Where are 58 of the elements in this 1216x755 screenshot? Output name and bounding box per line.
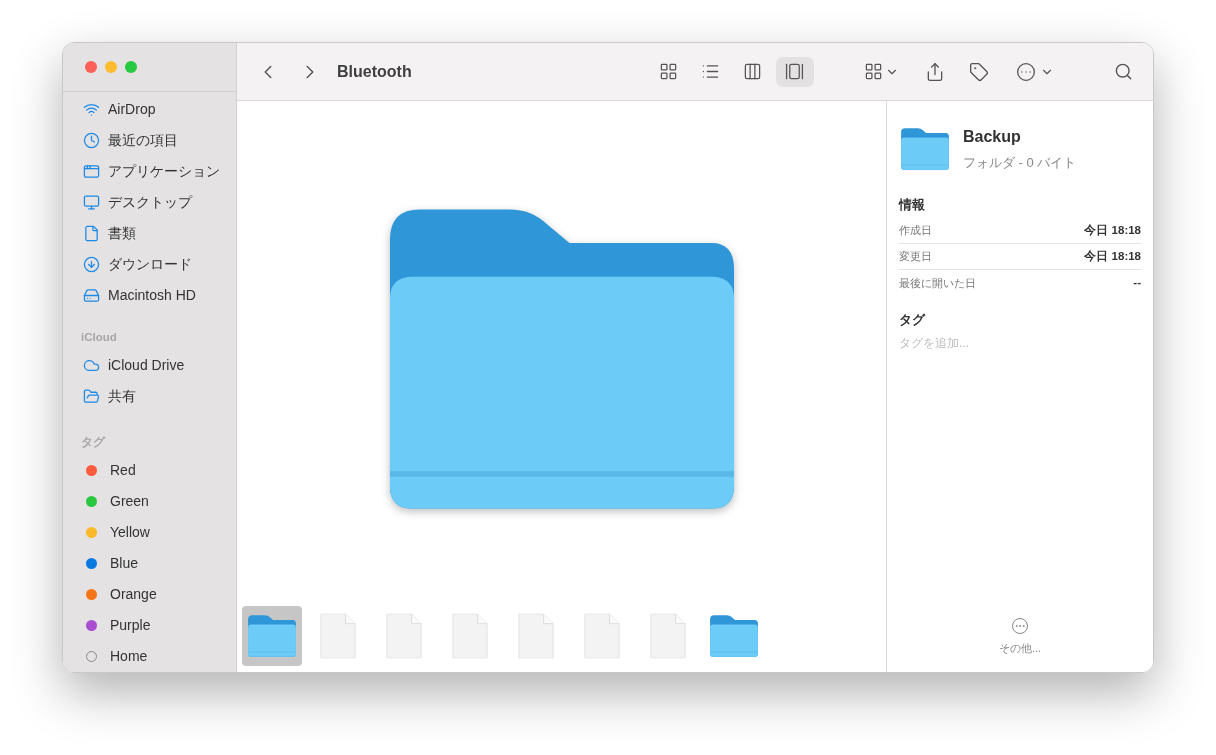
sidebar-item[interactable]: 最近の項目 [63,124,236,156]
tag-item[interactable]: Purple [63,610,236,641]
tags-field[interactable]: タグを追加... [899,333,1141,352]
desktop-icon [83,193,100,211]
info-label: 最後に開いた日 [899,275,976,291]
more-icon[interactable] [1015,61,1036,82]
sidebar-item[interactable]: ダウンロード [63,248,236,280]
window-title: Bluetooth [337,61,412,82]
sidebar-item[interactable]: AirDrop [63,93,236,125]
file-kind: フォルダ - 0 バイト [963,154,1077,172]
section-heading: タグ [899,311,927,329]
document-icon [517,612,555,660]
clock-icon [83,131,100,149]
file-name: Backup [963,127,1022,147]
section-heading: 情報 [899,195,926,214]
more-label[interactable]: その他... [998,639,1042,656]
tag-item[interactable]: Blue [63,548,236,579]
view-button[interactable] [775,56,814,87]
columns-view-icon [743,62,763,81]
grid-view-icon [659,62,679,81]
tag-item[interactable]: Red [63,455,236,486]
sidebar-heading: タグ [80,434,107,450]
close-button[interactable] [85,60,97,73]
sidebar-item[interactable]: iCloud Drive [63,349,236,381]
document-icon [649,612,687,660]
list-view-icon [701,62,721,81]
document-icon [583,612,621,660]
tag-item[interactable]: Orange [63,579,236,610]
document-icon [451,612,489,660]
info-label: 作成日 [899,223,932,239]
sidebar-heading: iCloud [80,329,118,345]
tag-item[interactable]: Home [63,641,236,672]
info-value: -- [1133,275,1141,291]
document-icon [385,612,423,660]
document-icon [83,224,100,242]
sidebar-item[interactable]: Macintosh HD [63,279,236,311]
app-icon [83,162,100,180]
info-value: 今日 18:18 [1084,248,1141,264]
gallery-view-icon [785,62,805,81]
search-icon[interactable] [1114,62,1133,81]
folder-icon [708,614,760,658]
folder-icon [246,614,298,658]
tag-icon[interactable] [968,61,989,82]
download-icon [83,255,100,273]
sidebar-item[interactable]: デスクトップ [63,186,236,218]
drive-icon [83,286,100,304]
group-icon[interactable] [863,62,883,81]
tag-item[interactable]: Yellow [63,517,236,548]
sidebar-item[interactable]: 書類 [63,217,236,249]
document-icon [319,612,357,660]
folder-icon [899,126,951,171]
thumbnail[interactable] [242,606,302,666]
shared-folder-icon [83,387,100,405]
sidebar-item[interactable]: 共有 [63,380,236,412]
sidebar-item[interactable]: アプリケーション [63,155,236,187]
info-value: 今日 18:18 [1084,222,1141,238]
info-label: 変更日 [899,249,932,265]
tag-item[interactable]: Green [63,486,236,517]
